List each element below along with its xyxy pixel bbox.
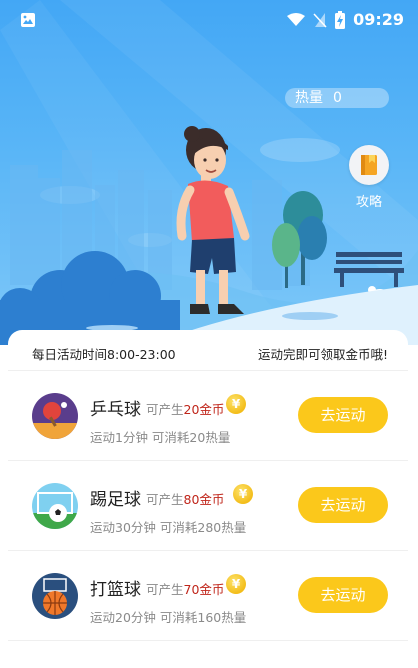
image-notification-icon (21, 13, 35, 27)
reward-hint-text: 运动完即可领取金币哦! (257, 347, 388, 362)
soccer-icon (32, 483, 78, 529)
heat-counter: 热量 0 (285, 88, 389, 108)
activity-name: 踢足球 (90, 490, 141, 510)
heat-label: 热量 (295, 90, 323, 106)
activity-info-row: 每日活动时间8:00-23:00 运动完即可领取金币哦! (8, 330, 408, 374)
ping-pong-icon (32, 393, 78, 439)
activity-item-ping-pong[interactable]: 乒乓球 可产生20金币 ¥ 运动1分钟 可消耗20热量 去运动 (8, 370, 408, 458)
activity-item-basketball[interactable]: 打篮球 可产生70金币 ¥ 运动20分钟 可消耗160热量 去运动 (8, 550, 408, 638)
no-signal-icon (313, 12, 327, 28)
activity-item-soccer[interactable]: 踢足球 可产生80金币 ¥ 运动30分钟 可消耗280热量 去运动 (8, 460, 408, 548)
status-time: 09:29 (353, 10, 404, 29)
activity-earn: 可产生70金币 (146, 582, 225, 597)
coin-icon: ¥ (233, 484, 253, 504)
activity-card: 每日活动时间8:00-23:00 运动完即可领取金币哦! 乒乓球 可产生20金币… (8, 330, 408, 668)
heat-value: 0 (333, 90, 342, 106)
activity-detail: 运动20分钟 可消耗160热量 (90, 610, 247, 625)
activity-detail: 运动1分钟 可消耗20热量 (90, 430, 231, 445)
guide-label: 攻略 (355, 195, 382, 210)
go-exercise-button[interactable]: 去运动 (298, 487, 388, 523)
coin-icon: ¥ (226, 394, 246, 414)
basketball-icon (32, 573, 78, 619)
coin-icon: ¥ (226, 574, 246, 594)
go-exercise-button[interactable]: 去运动 (298, 397, 388, 433)
battery-charging-icon (335, 10, 346, 29)
hero-banner: 09:29 热量 0 攻略 (0, 0, 418, 345)
guide-button[interactable]: 攻略 (348, 145, 390, 211)
activity-name: 打篮球 (90, 580, 141, 600)
activity-earn: 可产生20金币 (146, 402, 225, 417)
activity-item-partial (8, 640, 408, 668)
activity-name: 乒乓球 (90, 400, 141, 420)
activity-earn-value: 70金币 (183, 582, 225, 597)
activity-detail: 运动30分钟 可消耗280热量 (90, 520, 247, 535)
activity-earn-value: 20金币 (183, 402, 225, 417)
status-bar: 09:29 (0, 0, 418, 40)
guide-book-icon (349, 145, 389, 185)
activity-earn: 可产生80金币 (146, 492, 225, 507)
activity-earn-value: 80金币 (183, 492, 225, 507)
go-exercise-button[interactable]: 去运动 (298, 577, 388, 613)
activity-hours-text: 每日活动时间8:00-23:00 (32, 347, 176, 362)
wifi-icon (287, 12, 306, 26)
